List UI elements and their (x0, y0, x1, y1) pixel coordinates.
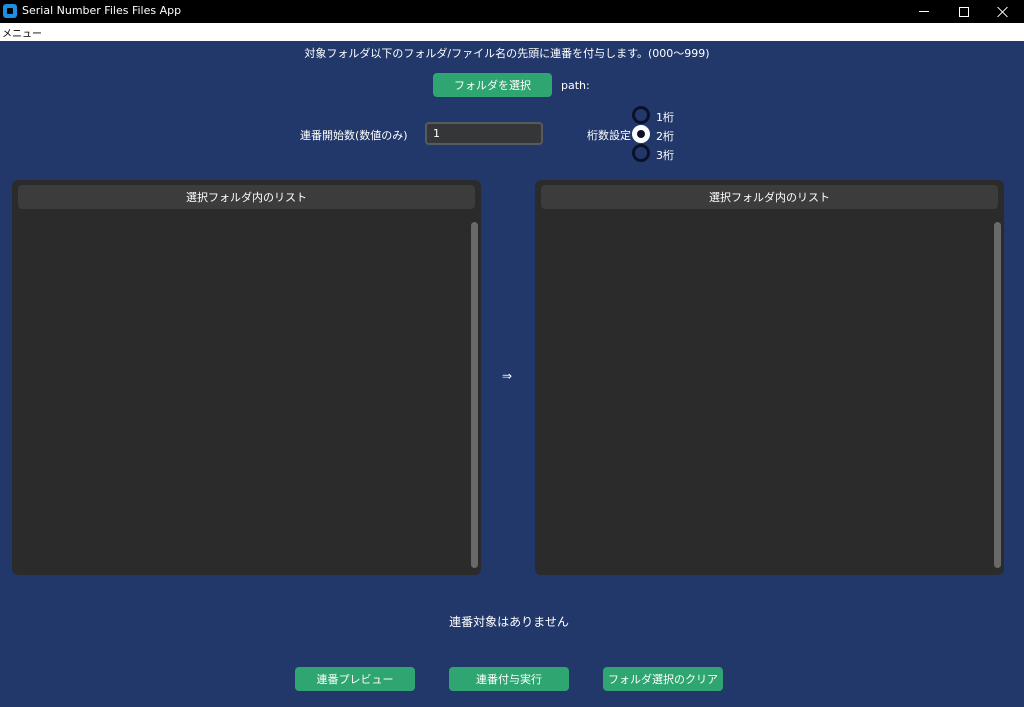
left-list-panel: 選択フォルダ内のリスト (12, 180, 481, 575)
path-label: path: (561, 79, 590, 92)
digits-radio-1-label: 1桁 (656, 111, 674, 124)
clear-selection-button[interactable]: フォルダ選択のクリア (603, 667, 723, 691)
status-text: 連番対象はありません (449, 615, 569, 629)
right-list-scrollbar[interactable] (994, 222, 1001, 568)
window-title: Serial Number Files Files App (22, 4, 182, 17)
left-list-scrollbar[interactable] (471, 222, 478, 568)
menu-item-menu[interactable]: メニュー (2, 25, 42, 40)
execute-button[interactable]: 連番付与実行 (449, 667, 569, 691)
digits-label: 桁数設定 (587, 129, 631, 142)
start-number-label: 連番開始数(数値のみ) (300, 129, 408, 142)
title-bar: Serial Number Files Files App (0, 0, 1024, 23)
start-number-input[interactable] (425, 122, 543, 145)
digits-radio-3-label: 3桁 (656, 149, 674, 162)
close-button[interactable] (985, 0, 1021, 23)
left-list-header: 選択フォルダ内のリスト (18, 185, 475, 209)
minimize-icon (919, 11, 929, 12)
digits-radio-2[interactable] (632, 125, 650, 143)
select-folder-button[interactable]: フォルダを選択 (433, 73, 552, 97)
description-text: 対象フォルダ以下のフォルダ/ファイル名の先頭に連番を付与します。(000〜999… (304, 47, 710, 60)
digits-radio-2-label: 2桁 (656, 130, 674, 143)
app-icon (3, 4, 17, 18)
digits-radio-1[interactable] (632, 106, 650, 124)
digits-radio-3[interactable] (632, 144, 650, 162)
right-list-header: 選択フォルダ内のリスト (541, 185, 998, 209)
preview-button[interactable]: 連番プレビュー (295, 667, 415, 691)
minimize-button[interactable] (906, 0, 942, 23)
menu-bar: メニュー (0, 23, 1024, 41)
maximize-button[interactable] (946, 0, 982, 23)
maximize-icon (959, 6, 969, 17)
arrow-icon: ⇒ (502, 369, 513, 383)
right-list-panel: 選択フォルダ内のリスト (535, 180, 1004, 575)
close-icon (997, 6, 1009, 18)
